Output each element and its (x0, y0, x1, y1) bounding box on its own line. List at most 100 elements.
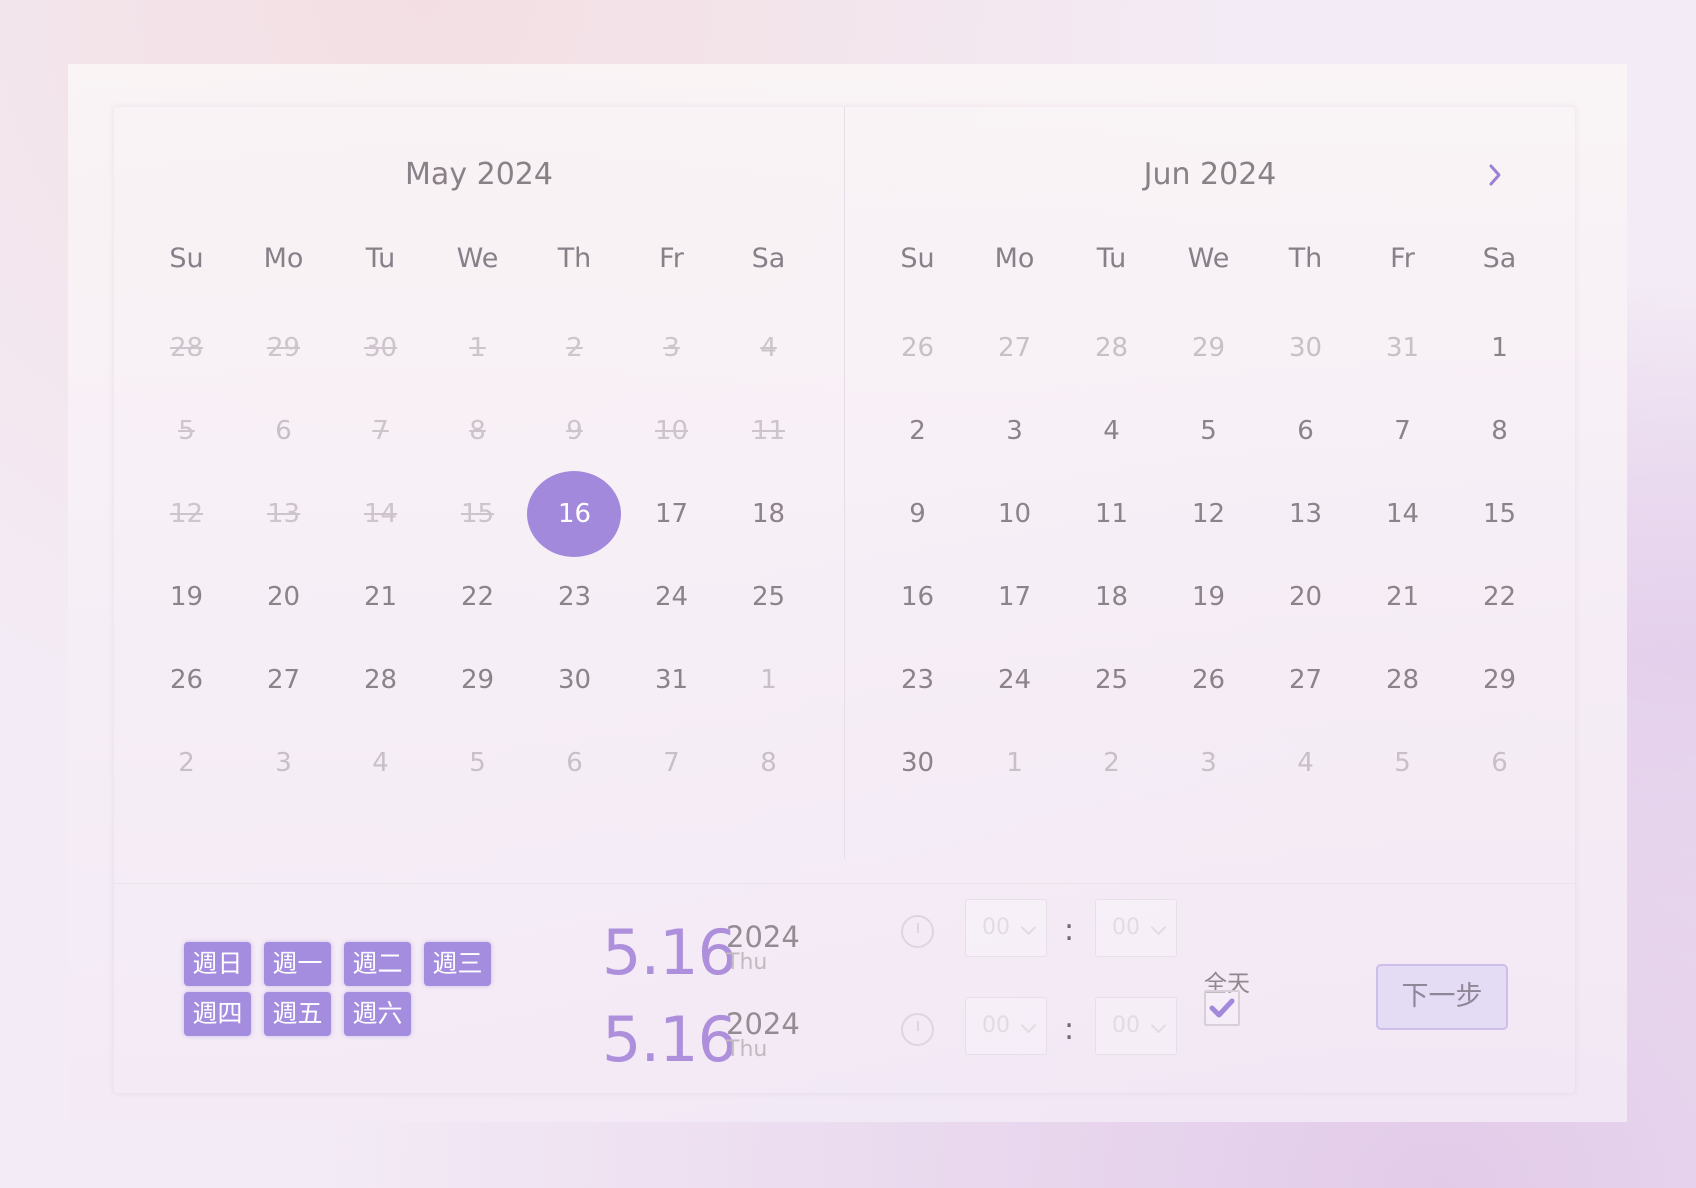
calendar-day[interactable]: 26 (1160, 652, 1257, 708)
calendar-day[interactable]: 13 (1257, 486, 1354, 542)
calendar-day[interactable]: 18 (720, 486, 817, 542)
weekday-label: We (456, 243, 499, 274)
calendar-day[interactable]: 31 (1354, 320, 1451, 376)
calendar-day[interactable]: 19 (1160, 569, 1257, 625)
calendar-day[interactable]: 4 (332, 735, 429, 791)
calendar-day[interactable]: 29 (1451, 652, 1548, 708)
calendar-day[interactable]: 26 (138, 652, 235, 708)
calendar-day[interactable]: 20 (1257, 569, 1354, 625)
calendar-day[interactable]: 19 (138, 569, 235, 625)
calendar-day[interactable]: 7 (623, 735, 720, 791)
day-number: 14 (363, 499, 398, 529)
calendar-day[interactable]: 3 (1160, 735, 1257, 791)
calendar-day[interactable]: 27 (1257, 652, 1354, 708)
day-number: 3 (1200, 748, 1217, 778)
calendar-day[interactable]: 1 (966, 735, 1063, 791)
calendar-day[interactable]: 17 (623, 486, 720, 542)
day-number: 26 (1191, 665, 1226, 695)
calendar-day[interactable]: 2 (138, 735, 235, 791)
calendar-day[interactable]: 25 (720, 569, 817, 625)
calendar-day[interactable]: 31 (623, 652, 720, 708)
weekday-button[interactable]: 週一 (264, 942, 331, 986)
calendar-week-row: 16 17 18 19 20 21 22 (869, 569, 1549, 625)
calendar-day[interactable]: 15 (1451, 486, 1548, 542)
calendar-day: 14 (332, 486, 429, 542)
weekday-button[interactable]: 週六 (344, 992, 411, 1036)
calendar-day-selected[interactable]: 16 (526, 471, 623, 557)
calendar-day[interactable]: 24 (623, 569, 720, 625)
start-hour-select[interactable]: 00 (965, 899, 1047, 957)
calendar-day[interactable]: 6 (1257, 403, 1354, 459)
calendar-day[interactable]: 30 (869, 735, 966, 791)
calendar-day[interactable]: 23 (526, 569, 623, 625)
calendar-day[interactable]: 6 (235, 403, 332, 459)
calendar-day[interactable]: 4 (1257, 735, 1354, 791)
calendar-day[interactable]: 12 (1160, 486, 1257, 542)
calendar-day[interactable]: 30 (1257, 320, 1354, 376)
calendar-day[interactable]: 21 (1354, 569, 1451, 625)
weekday-header: Su Mo Tu We Th Fr Sa (138, 239, 818, 279)
calendar-day[interactable]: 20 (235, 569, 332, 625)
calendar-day[interactable]: 14 (1354, 486, 1451, 542)
calendar-day[interactable]: 3 (966, 403, 1063, 459)
day-number: 22 (1482, 582, 1517, 612)
calendar-day[interactable]: 8 (1451, 403, 1548, 459)
calendar-day[interactable]: 21 (332, 569, 429, 625)
calendar-day[interactable]: 11 (1063, 486, 1160, 542)
calendar-day[interactable]: 24 (966, 652, 1063, 708)
calendar-day[interactable]: 23 (869, 652, 966, 708)
calendar-day[interactable]: 30 (526, 652, 623, 708)
day-number: 24 (997, 665, 1032, 695)
calendar-day[interactable]: 8 (720, 735, 817, 791)
next-month-button[interactable] (1477, 157, 1513, 193)
calendar-day[interactable]: 2 (869, 403, 966, 459)
start-minute-select[interactable]: 00 (1095, 899, 1177, 957)
calendar-day[interactable]: 7 (1354, 403, 1451, 459)
calendar-day[interactable]: 5 (429, 735, 526, 791)
day-number: 6 (275, 416, 292, 446)
calendar-week-row: 5 6 7 8 9 10 11 (138, 403, 818, 459)
calendar-day[interactable]: 9 (869, 486, 966, 542)
calendar-day[interactable]: 27 (966, 320, 1063, 376)
calendar-day[interactable]: 28 (332, 652, 429, 708)
weekday-button[interactable]: 週二 (344, 942, 411, 986)
calendar-day[interactable]: 3 (235, 735, 332, 791)
calendar-day[interactable]: 29 (1160, 320, 1257, 376)
all-day-checkbox[interactable] (1204, 990, 1240, 1026)
calendar-day: 5 (138, 403, 235, 459)
calendar-day[interactable]: 1 (720, 652, 817, 708)
calendar-day[interactable]: 4 (1063, 403, 1160, 459)
start-year: 2024 (726, 920, 800, 954)
calendar-day[interactable]: 1 (1451, 320, 1548, 376)
calendar-day[interactable]: 6 (1451, 735, 1548, 791)
weekday-button[interactable]: 週日 (184, 942, 251, 986)
weekday-button[interactable]: 週三 (424, 942, 491, 986)
day-number: 1 (469, 333, 486, 363)
day-number: 13 (1288, 499, 1323, 529)
next-step-button[interactable]: 下一步 (1376, 964, 1508, 1030)
calendar-day[interactable]: 29 (429, 652, 526, 708)
calendar-day[interactable]: 22 (1451, 569, 1548, 625)
calendar-day[interactable]: 17 (966, 569, 1063, 625)
weekday-button[interactable]: 週四 (184, 992, 251, 1036)
calendar-day[interactable]: 28 (1063, 320, 1160, 376)
weekday-header: Su Mo Tu We Th Fr Sa (869, 239, 1549, 279)
calendar-day[interactable]: 25 (1063, 652, 1160, 708)
end-hour-select[interactable]: 00 (965, 997, 1047, 1055)
calendar-day[interactable]: 5 (1160, 403, 1257, 459)
calendar-day[interactable]: 2 (1063, 735, 1160, 791)
calendar-day[interactable]: 26 (869, 320, 966, 376)
calendar-day[interactable]: 22 (429, 569, 526, 625)
calendar-day[interactable]: 6 (526, 735, 623, 791)
day-number: 1 (1006, 748, 1023, 778)
calendar-day[interactable]: 28 (1354, 652, 1451, 708)
calendar-day[interactable]: 5 (1354, 735, 1451, 791)
calendar-day[interactable]: 27 (235, 652, 332, 708)
calendar-day[interactable]: 16 (869, 569, 966, 625)
weekday-button[interactable]: 週五 (264, 992, 331, 1036)
weekday-label: Th (557, 243, 592, 274)
calendar-day[interactable]: 18 (1063, 569, 1160, 625)
end-minute-select[interactable]: 00 (1095, 997, 1177, 1055)
chevron-down-icon (1150, 919, 1167, 936)
calendar-day[interactable]: 10 (966, 486, 1063, 542)
